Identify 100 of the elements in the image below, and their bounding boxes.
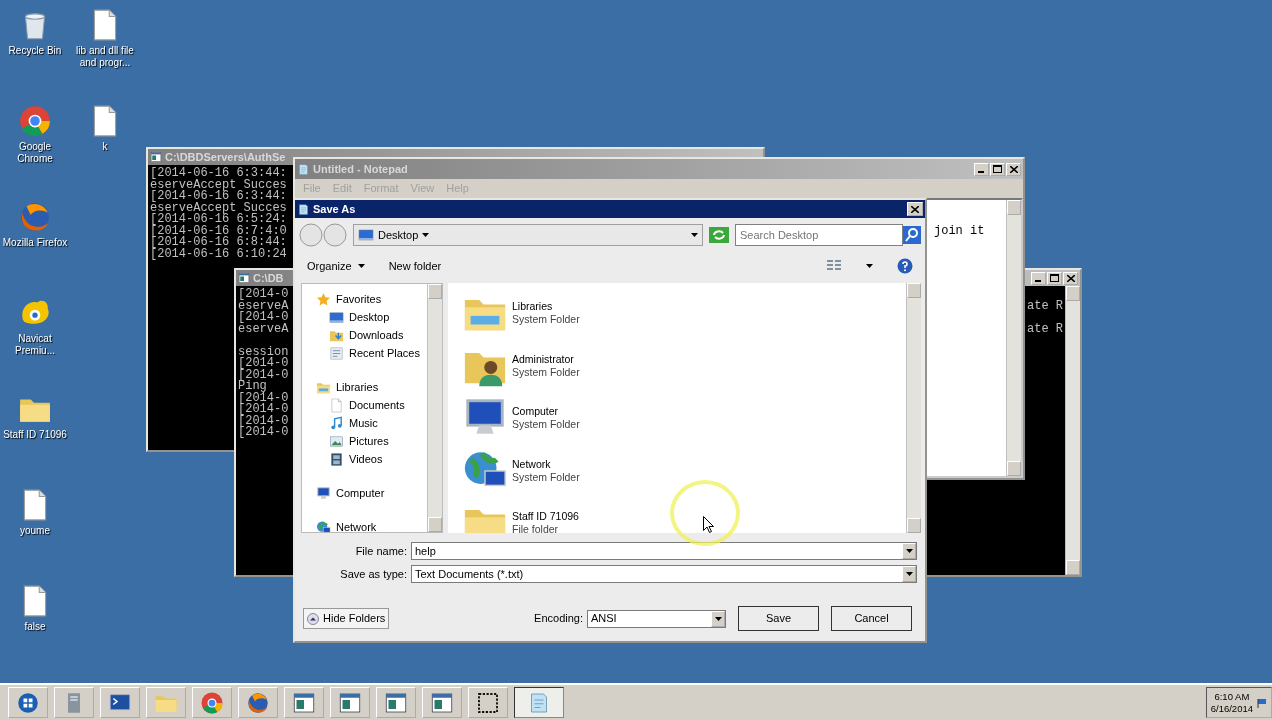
close-icon — [1009, 165, 1018, 173]
console-line: eserveAccept Succes — [150, 179, 287, 191]
console-line: [2014-0 — [238, 427, 289, 439]
nav-item[interactable]: Desktop — [329, 308, 427, 326]
list-icon — [329, 345, 344, 361]
desktop-icon-label[interactable]: Navicat Premiu... — [2, 333, 68, 357]
nav-item[interactable]: Favorites — [316, 290, 427, 308]
console-line: [2014-06-16 6:8:44: — [150, 237, 287, 249]
close-button[interactable] — [1063, 271, 1078, 285]
console-line: [2014-0 — [238, 392, 289, 404]
dialog-button[interactable]: Cancel — [831, 606, 912, 631]
folder-item[interactable]: Administrator System Folder — [462, 339, 906, 392]
nav-item[interactable]: Libraries — [316, 378, 427, 396]
nav-item[interactable]: Documents — [329, 396, 427, 414]
address-bar[interactable]: Desktop — [353, 224, 703, 246]
console-line: [2014-06-16 6:5:24: — [150, 214, 287, 226]
nav-item[interactable]: Computer — [316, 484, 427, 502]
film-icon — [329, 451, 344, 467]
hide-folders-button[interactable]: Hide Folders — [303, 608, 390, 629]
dialog-button[interactable]: Save — [738, 606, 819, 631]
combo-field[interactable]: help — [411, 542, 917, 560]
window-icon — [238, 272, 250, 284]
minimize-button[interactable] — [1031, 271, 1046, 285]
console-line: [2014-0 — [238, 289, 289, 301]
caret-icon — [422, 233, 430, 237]
nav-item[interactable]: Network — [316, 518, 427, 536]
maximize-button[interactable] — [1047, 271, 1062, 285]
console-line: session — [238, 346, 289, 358]
console-line: eserveAccept Succes — [150, 202, 287, 214]
nav-item[interactable]: Music — [329, 414, 427, 432]
desktop-icon — [358, 227, 374, 243]
window-icon — [292, 690, 316, 715]
browser-icon — [18, 200, 52, 234]
console-line: ate R — [1027, 300, 1063, 312]
window-title: C:\DB — [253, 270, 284, 286]
desktop-icon-label[interactable]: false — [2, 621, 68, 633]
browser-icon — [200, 690, 224, 715]
close-button[interactable] — [1006, 162, 1021, 176]
console-line: [2014-0 — [238, 369, 289, 381]
search-icon[interactable] — [903, 226, 921, 244]
notepad-icon — [297, 202, 310, 216]
desktop-icon-label[interactable]: lib and dll file and progr... — [72, 45, 138, 69]
desktop-icon-label[interactable]: Recycle Bin — [2, 45, 68, 57]
caret-icon — [905, 549, 913, 553]
nav-item[interactable]: Videos — [329, 450, 427, 468]
scrollbar[interactable] — [1006, 200, 1021, 476]
scrollbar[interactable] — [427, 284, 442, 532]
window-title: Untitled - Notepad — [313, 161, 408, 177]
caret-icon — [905, 572, 913, 576]
console-line: [2014-06-16 6:3:44: — [150, 168, 287, 180]
console-line: eserveA — [238, 323, 289, 335]
help-icon[interactable] — [897, 258, 913, 274]
picture-icon — [329, 433, 344, 449]
window-icon — [384, 690, 408, 715]
desktop-icon-label[interactable]: Mozilla Firefox — [2, 237, 68, 249]
close-icon — [1066, 274, 1075, 282]
close-button[interactable] — [907, 202, 923, 216]
flag-icon[interactable] — [1257, 697, 1267, 708]
console-line: [2014-0 — [238, 358, 289, 370]
nav-item[interactable]: Downloads — [329, 326, 427, 344]
maximize-icon — [1050, 274, 1059, 282]
scrollbar[interactable] — [906, 283, 921, 533]
encoding-dropdown[interactable]: ANSI — [587, 609, 726, 628]
nav-item[interactable]: Pictures — [329, 432, 427, 450]
nav-item[interactable]: Recent Places — [329, 344, 427, 362]
refresh-icon[interactable] — [709, 227, 729, 243]
folder-item[interactable]: Computer System Folder — [462, 392, 906, 445]
toolbar-button[interactable]: Organize — [307, 257, 365, 275]
document-text: join it — [934, 224, 985, 238]
desktop-icon-label[interactable]: Google Chrome — [2, 141, 68, 165]
desktop-icon-label[interactable]: k — [72, 141, 138, 153]
scrollbar[interactable] — [1065, 286, 1080, 575]
console-line: [2014-06-16 6:7:4:0 — [150, 225, 287, 237]
desktop-icon-label[interactable]: Staff ID 71096 — [2, 429, 68, 441]
globe-icon — [316, 519, 331, 535]
toolbar-button[interactable]: New folder — [388, 257, 442, 275]
desktop-icon — [329, 309, 344, 325]
window-icon — [150, 151, 162, 163]
console-line: [2014-0 — [238, 312, 289, 324]
window-title: C:\DBDServers\AuthSe — [165, 149, 286, 165]
folder-item[interactable]: Staff ID 71096 File folder — [462, 497, 906, 533]
field-label: File name: — [354, 543, 408, 559]
star-icon — [316, 291, 331, 307]
minimize-button[interactable] — [974, 162, 989, 176]
desktop-icon-label[interactable]: youme — [2, 525, 68, 537]
console-line: ate R — [1027, 323, 1063, 335]
caret-icon — [691, 233, 698, 237]
console-line: [2014-0 — [238, 404, 289, 416]
folder-item[interactable]: Network System Folder — [462, 444, 906, 497]
console-line: [2014-06-16 6:3:44: — [150, 191, 287, 203]
console-line: [2014-0 — [238, 415, 289, 427]
window-icon — [338, 690, 362, 715]
folder-item[interactable]: Libraries System Folder — [462, 287, 906, 340]
maximize-button[interactable] — [990, 162, 1005, 176]
combo-field[interactable]: Text Documents (*.txt) — [411, 565, 917, 583]
search-field[interactable]: Search Desktop — [735, 224, 903, 246]
taskbar-button[interactable] — [514, 687, 564, 718]
view-icon[interactable] — [826, 259, 842, 273]
browser-icon — [18, 104, 52, 138]
console-line: Ping — [238, 381, 267, 393]
